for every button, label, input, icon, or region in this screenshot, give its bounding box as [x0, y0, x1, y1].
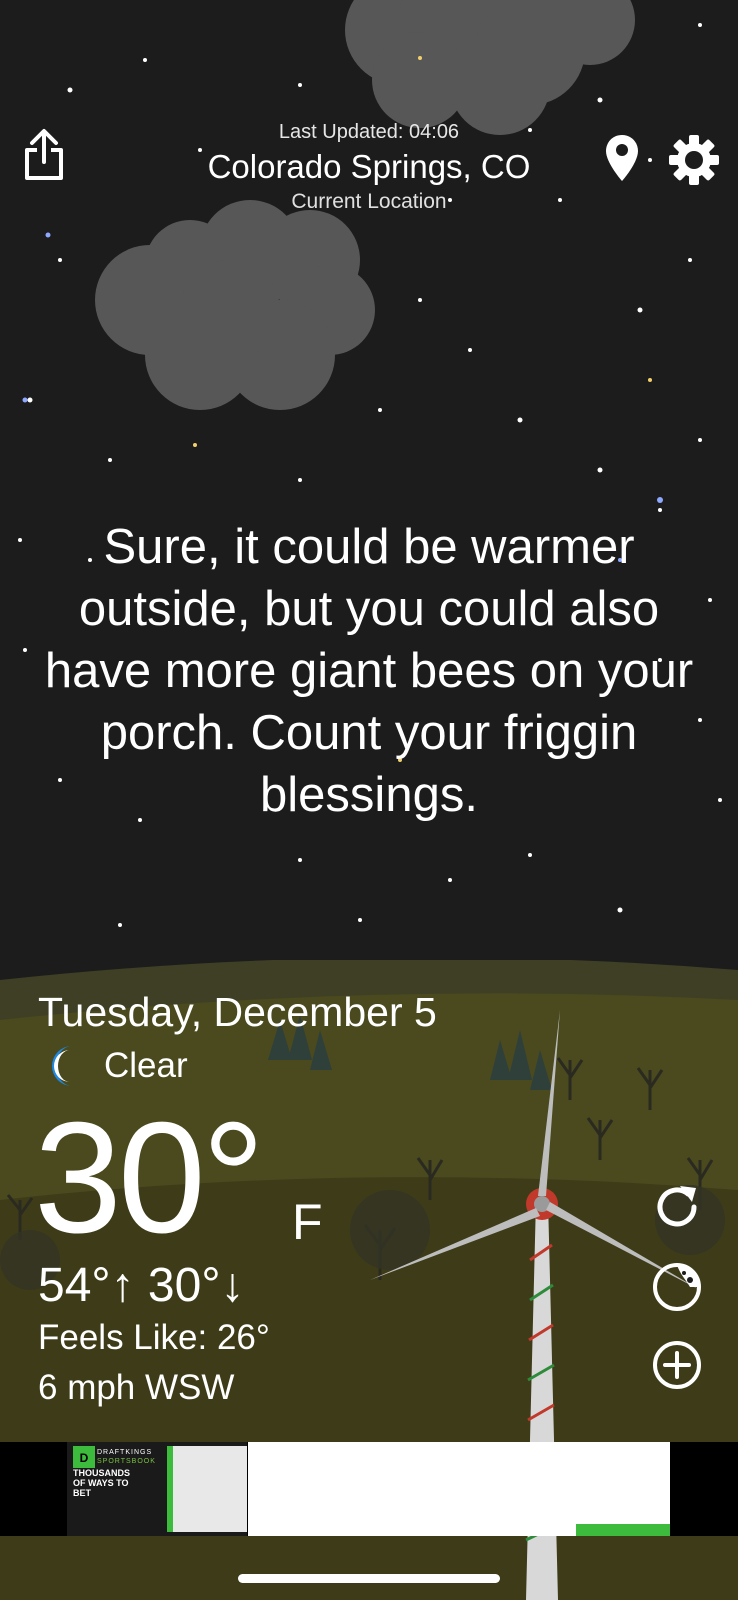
location-button[interactable] [600, 130, 644, 186]
settings-button[interactable] [664, 130, 724, 190]
radar-button[interactable] [648, 1258, 706, 1316]
ad-creative[interactable]: D DRAFTKINGS SPORTSBOOK THOUSANDS OF WAY… [67, 1442, 247, 1536]
condition-text: Clear [104, 1046, 188, 1085]
refresh-button[interactable] [648, 1178, 706, 1236]
ad-brand-line2: SPORTSBOOK [97, 1458, 156, 1465]
current-location-label: Current Location [291, 190, 447, 213]
add-location-button[interactable] [648, 1336, 706, 1394]
add-icon [653, 1341, 701, 1389]
ad-brand-line1: DRAFTKINGS [97, 1449, 153, 1456]
temperature-unit[interactable]: F [292, 1194, 323, 1250]
home-indicator[interactable] [238, 1574, 500, 1583]
weather-quote: Sure, it could be warmer outside, but yo… [44, 520, 694, 822]
refresh-icon [657, 1186, 697, 1227]
ad-headline: THOUSANDS OF WAYS TO BET [73, 1468, 131, 1498]
radar-icon [653, 1263, 701, 1311]
feels-like: Feels Like: 26° [38, 1318, 270, 1357]
forecast-date: Tuesday, December 5 [38, 989, 437, 1035]
gear-icon [669, 135, 719, 185]
svg-text:D: D [80, 1451, 89, 1465]
ad-green-bar[interactable] [576, 1524, 670, 1536]
location-pin-icon [606, 135, 638, 181]
ad-screenshot [167, 1446, 247, 1532]
ad-white-panel[interactable] [248, 1442, 670, 1536]
high-low-temperature: 54°↑ 30°↓ [38, 1259, 245, 1312]
current-temperature: 30° [34, 1090, 265, 1266]
ad-brand: DRAFTKINGS SPORTSBOOK [97, 1448, 156, 1466]
wind-speed: 6 mph WSW [38, 1368, 235, 1407]
ad-banner[interactable]: D DRAFTKINGS SPORTSBOOK THOUSANDS OF WAY… [0, 1442, 738, 1536]
draftkings-logo: D [73, 1446, 95, 1468]
condition-row: Clear [44, 1042, 188, 1090]
moon-icon [52, 1046, 72, 1086]
